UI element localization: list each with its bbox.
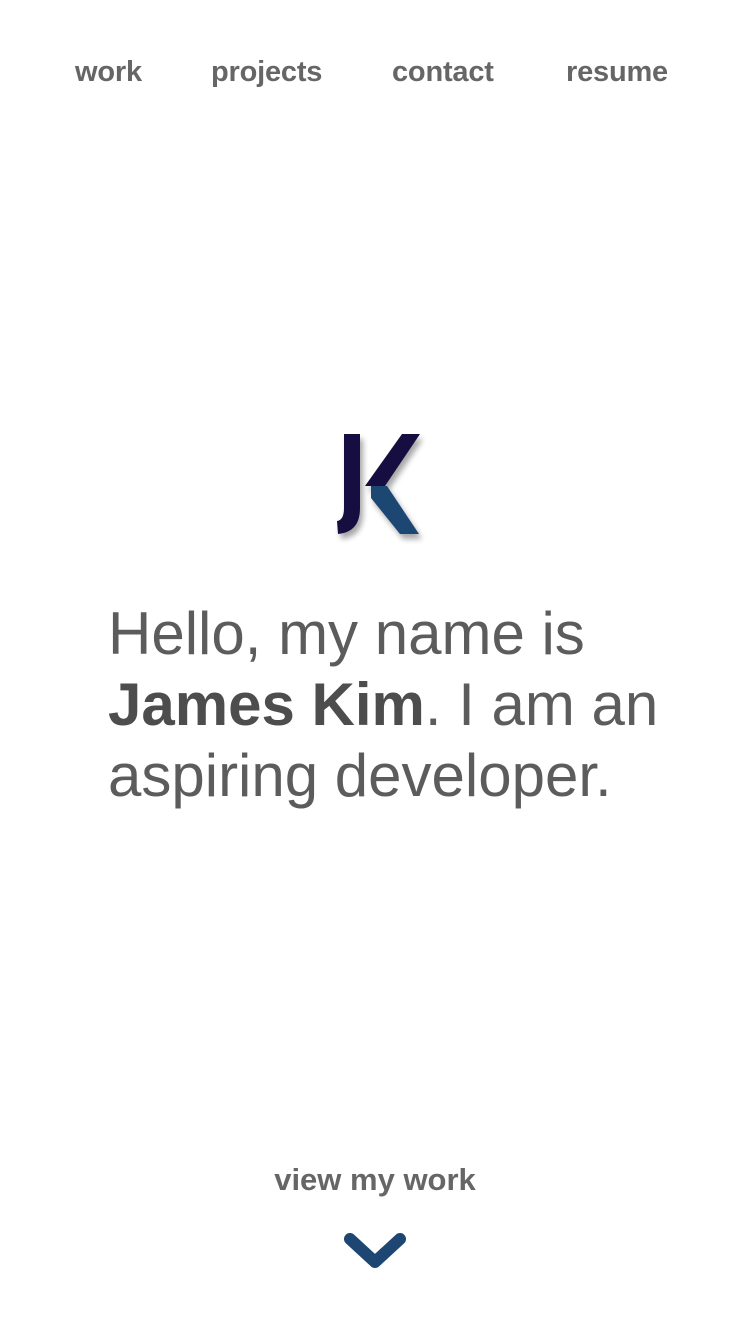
intro-greeting: Hello, my name is bbox=[108, 600, 585, 667]
intro-name: James Kim bbox=[108, 671, 425, 738]
nav-link-projects[interactable]: projects bbox=[211, 56, 322, 89]
nav-link-work[interactable]: work bbox=[75, 56, 142, 89]
nav-link-contact[interactable]: contact bbox=[392, 56, 494, 89]
intro-text: Hello, my name is James Kim. I am an asp… bbox=[108, 598, 708, 811]
jk-logo-mark bbox=[337, 434, 420, 534]
main-nav: work projects contact resume bbox=[0, 50, 750, 98]
view-work-cta: view my work bbox=[0, 1162, 750, 1198]
view-work-link[interactable]: view my work bbox=[274, 1162, 476, 1198]
nav-link-resume[interactable]: resume bbox=[566, 56, 668, 89]
chevron-down-icon[interactable] bbox=[343, 1230, 407, 1276]
jk-logo bbox=[330, 428, 430, 548]
